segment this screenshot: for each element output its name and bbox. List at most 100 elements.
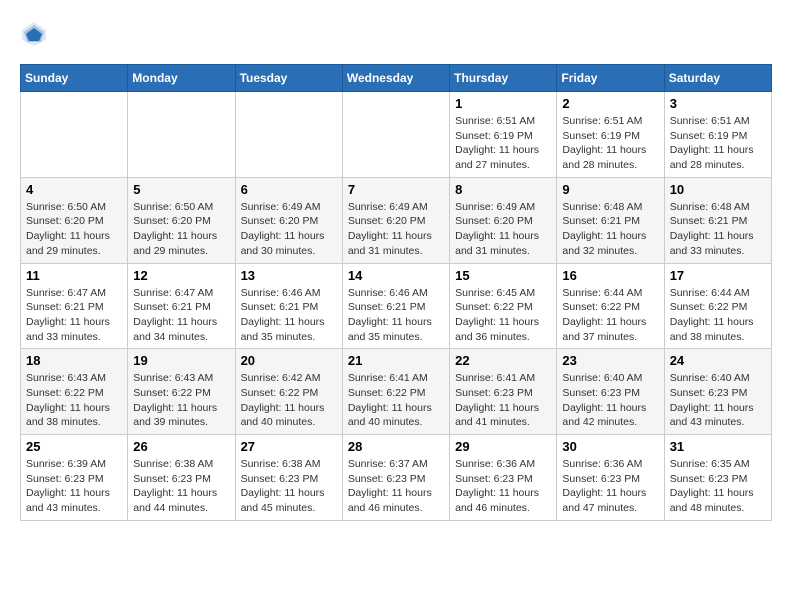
day-cell: 3 Sunrise: 6:51 AM Sunset: 6:19 PM Daylig… (664, 92, 771, 178)
day-info: Sunrise: 6:48 AM Sunset: 6:21 PM Dayligh… (670, 200, 766, 259)
day-number: 6 (241, 182, 337, 197)
day-info: Sunrise: 6:38 AM Sunset: 6:23 PM Dayligh… (133, 457, 229, 516)
day-number: 1 (455, 96, 551, 111)
day-info: Sunrise: 6:50 AM Sunset: 6:20 PM Dayligh… (133, 200, 229, 259)
day-info: Sunrise: 6:44 AM Sunset: 6:22 PM Dayligh… (670, 286, 766, 345)
day-number: 18 (26, 353, 122, 368)
day-info: Sunrise: 6:46 AM Sunset: 6:21 PM Dayligh… (348, 286, 444, 345)
day-cell: 6 Sunrise: 6:49 AM Sunset: 6:20 PM Daylig… (235, 177, 342, 263)
day-info: Sunrise: 6:49 AM Sunset: 6:20 PM Dayligh… (455, 200, 551, 259)
day-cell: 8 Sunrise: 6:49 AM Sunset: 6:20 PM Daylig… (450, 177, 557, 263)
day-info: Sunrise: 6:39 AM Sunset: 6:23 PM Dayligh… (26, 457, 122, 516)
day-info: Sunrise: 6:51 AM Sunset: 6:19 PM Dayligh… (562, 114, 658, 173)
day-number: 10 (670, 182, 766, 197)
day-cell: 22 Sunrise: 6:41 AM Sunset: 6:23 PM Dayli… (450, 349, 557, 435)
day-number: 7 (348, 182, 444, 197)
day-info: Sunrise: 6:41 AM Sunset: 6:23 PM Dayligh… (455, 371, 551, 430)
day-cell: 28 Sunrise: 6:37 AM Sunset: 6:23 PM Dayli… (342, 435, 449, 521)
day-number: 5 (133, 182, 229, 197)
weekday-header-row: SundayMondayTuesdayWednesdayThursdayFrid… (21, 65, 772, 92)
weekday-header-tuesday: Tuesday (235, 65, 342, 92)
day-number: 3 (670, 96, 766, 111)
week-row-4: 18 Sunrise: 6:43 AM Sunset: 6:22 PM Dayli… (21, 349, 772, 435)
day-number: 25 (26, 439, 122, 454)
day-cell: 27 Sunrise: 6:38 AM Sunset: 6:23 PM Dayli… (235, 435, 342, 521)
day-number: 22 (455, 353, 551, 368)
day-info: Sunrise: 6:50 AM Sunset: 6:20 PM Dayligh… (26, 200, 122, 259)
day-cell: 10 Sunrise: 6:48 AM Sunset: 6:21 PM Dayli… (664, 177, 771, 263)
day-info: Sunrise: 6:45 AM Sunset: 6:22 PM Dayligh… (455, 286, 551, 345)
day-cell: 21 Sunrise: 6:41 AM Sunset: 6:22 PM Dayli… (342, 349, 449, 435)
day-cell: 19 Sunrise: 6:43 AM Sunset: 6:22 PM Dayli… (128, 349, 235, 435)
day-number: 26 (133, 439, 229, 454)
day-number: 9 (562, 182, 658, 197)
day-number: 12 (133, 268, 229, 283)
day-cell: 15 Sunrise: 6:45 AM Sunset: 6:22 PM Dayli… (450, 263, 557, 349)
day-cell: 14 Sunrise: 6:46 AM Sunset: 6:21 PM Dayli… (342, 263, 449, 349)
day-number: 21 (348, 353, 444, 368)
day-info: Sunrise: 6:47 AM Sunset: 6:21 PM Dayligh… (133, 286, 229, 345)
day-cell: 23Sunrise: 6:40 AM Sunset: 6:23 PM Dayli… (557, 349, 664, 435)
calendar: SundayMondayTuesdayWednesdayThursdayFrid… (20, 64, 772, 521)
day-number: 24 (670, 353, 766, 368)
day-cell: 11 Sunrise: 6:47 AM Sunset: 6:21 PM Dayli… (21, 263, 128, 349)
day-number: 28 (348, 439, 444, 454)
day-number: 27 (241, 439, 337, 454)
day-info: Sunrise: 6:35 AM Sunset: 6:23 PM Dayligh… (670, 457, 766, 516)
day-cell: 25 Sunrise: 6:39 AM Sunset: 6:23 PM Dayli… (21, 435, 128, 521)
day-cell: 17Sunrise: 6:44 AM Sunset: 6:22 PM Dayli… (664, 263, 771, 349)
day-cell: 29Sunrise: 6:36 AM Sunset: 6:23 PM Dayli… (450, 435, 557, 521)
day-number: 2 (562, 96, 658, 111)
day-number: 8 (455, 182, 551, 197)
day-info: Sunrise: 6:46 AM Sunset: 6:21 PM Dayligh… (241, 286, 337, 345)
day-number: 19 (133, 353, 229, 368)
day-cell (235, 92, 342, 178)
day-info: Sunrise: 6:36 AM Sunset: 6:23 PM Dayligh… (562, 457, 658, 516)
day-cell: 24 Sunrise: 6:40 AM Sunset: 6:23 PM Dayli… (664, 349, 771, 435)
day-info: Sunrise: 6:51 AM Sunset: 6:19 PM Dayligh… (670, 114, 766, 173)
day-number: 16 (562, 268, 658, 283)
day-info: Sunrise: 6:43 AM Sunset: 6:22 PM Dayligh… (133, 371, 229, 430)
day-info: Sunrise: 6:51 AM Sunset: 6:19 PM Dayligh… (455, 114, 551, 173)
day-info: Sunrise: 6:43 AM Sunset: 6:22 PM Dayligh… (26, 371, 122, 430)
day-info: Sunrise: 6:38 AM Sunset: 6:23 PM Dayligh… (241, 457, 337, 516)
weekday-header-saturday: Saturday (664, 65, 771, 92)
day-cell: 30 Sunrise: 6:36 AM Sunset: 6:23 PM Dayli… (557, 435, 664, 521)
day-info: Sunrise: 6:36 AM Sunset: 6:23 PM Dayligh… (455, 457, 551, 516)
day-cell (128, 92, 235, 178)
day-cell (342, 92, 449, 178)
day-cell: 2 Sunrise: 6:51 AM Sunset: 6:19 PM Daylig… (557, 92, 664, 178)
day-cell: 1 Sunrise: 6:51 AM Sunset: 6:19 PM Daylig… (450, 92, 557, 178)
day-cell: 16 Sunrise: 6:44 AM Sunset: 6:22 PM Dayli… (557, 263, 664, 349)
day-number: 20 (241, 353, 337, 368)
day-number: 15 (455, 268, 551, 283)
day-info: Sunrise: 6:47 AM Sunset: 6:21 PM Dayligh… (26, 286, 122, 345)
page-header (20, 20, 772, 48)
logo (20, 20, 52, 48)
day-cell: 9 Sunrise: 6:48 AM Sunset: 6:21 PM Daylig… (557, 177, 664, 263)
day-number: 4 (26, 182, 122, 197)
day-info: Sunrise: 6:37 AM Sunset: 6:23 PM Dayligh… (348, 457, 444, 516)
day-cell: 20Sunrise: 6:42 AM Sunset: 6:22 PM Dayli… (235, 349, 342, 435)
day-number: 13 (241, 268, 337, 283)
weekday-header-thursday: Thursday (450, 65, 557, 92)
day-info: Sunrise: 6:49 AM Sunset: 6:20 PM Dayligh… (348, 200, 444, 259)
day-number: 11 (26, 268, 122, 283)
day-info: Sunrise: 6:40 AM Sunset: 6:23 PM Dayligh… (670, 371, 766, 430)
day-number: 30 (562, 439, 658, 454)
weekday-header-sunday: Sunday (21, 65, 128, 92)
day-cell: 26 Sunrise: 6:38 AM Sunset: 6:23 PM Dayli… (128, 435, 235, 521)
weekday-header-wednesday: Wednesday (342, 65, 449, 92)
day-cell: 18 Sunrise: 6:43 AM Sunset: 6:22 PM Dayli… (21, 349, 128, 435)
day-info: Sunrise: 6:48 AM Sunset: 6:21 PM Dayligh… (562, 200, 658, 259)
day-number: 31 (670, 439, 766, 454)
day-info: Sunrise: 6:41 AM Sunset: 6:22 PM Dayligh… (348, 371, 444, 430)
day-info: Sunrise: 6:49 AM Sunset: 6:20 PM Dayligh… (241, 200, 337, 259)
day-info: Sunrise: 6:44 AM Sunset: 6:22 PM Dayligh… (562, 286, 658, 345)
day-cell: 12 Sunrise: 6:47 AM Sunset: 6:21 PM Dayli… (128, 263, 235, 349)
day-number: 14 (348, 268, 444, 283)
day-info: Sunrise: 6:40 AM Sunset: 6:23 PM Dayligh… (562, 371, 658, 430)
week-row-3: 11 Sunrise: 6:47 AM Sunset: 6:21 PM Dayli… (21, 263, 772, 349)
week-row-1: 1 Sunrise: 6:51 AM Sunset: 6:19 PM Daylig… (21, 92, 772, 178)
day-cell: 5 Sunrise: 6:50 AM Sunset: 6:20 PM Daylig… (128, 177, 235, 263)
